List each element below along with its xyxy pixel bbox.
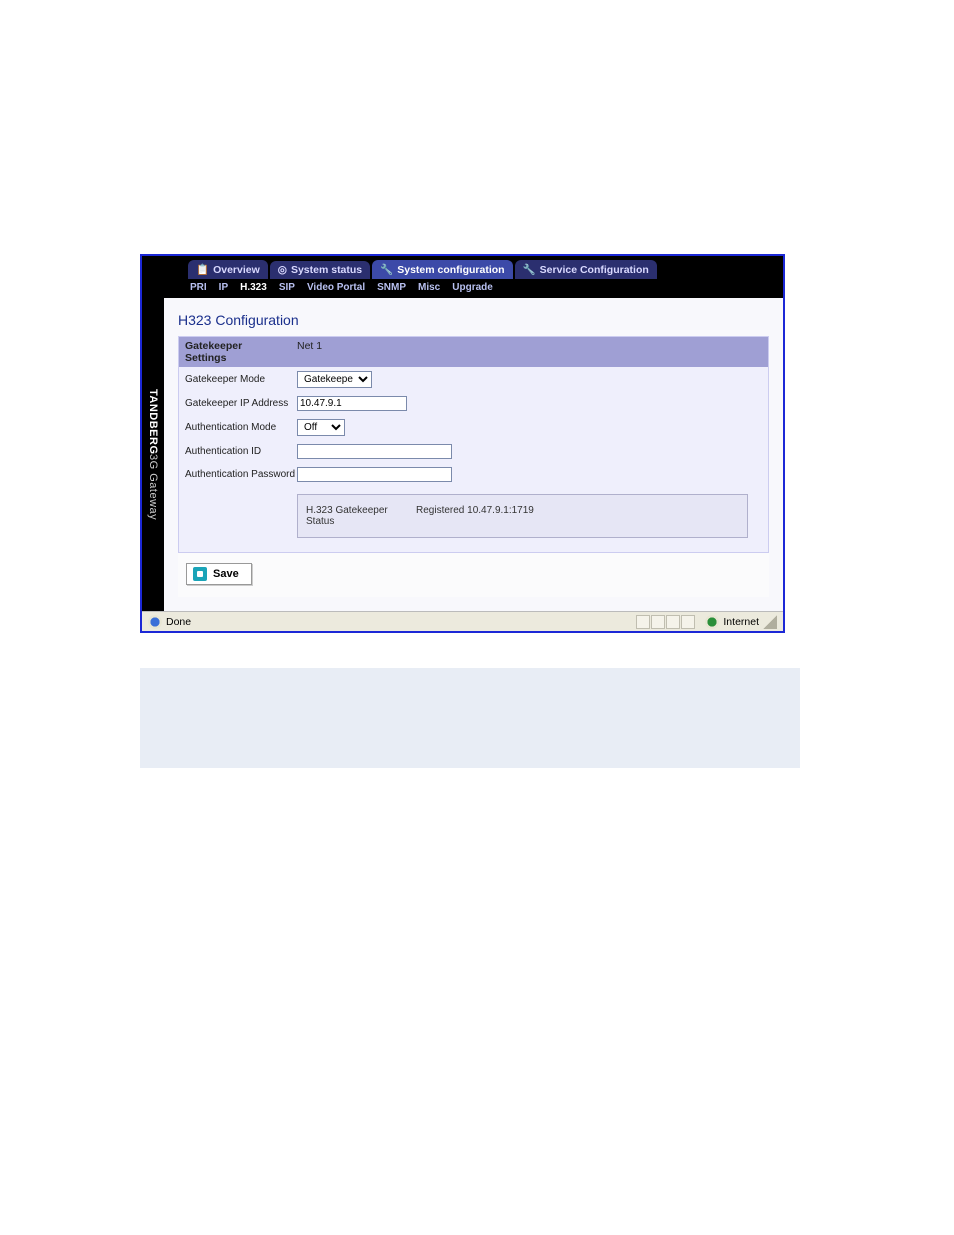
brand-sidebar: TANDBERG 3G Gateway [142,298,164,611]
resize-handle-icon [763,615,777,629]
row-auth-password: Authentication Password [179,463,768,486]
body-row: TANDBERG 3G Gateway H323 Configuration G… [142,298,783,611]
status-cell [651,615,665,629]
subtab-ip[interactable]: IP [219,282,228,293]
top-tab-bar: 📋 Overview ◎ System status 🔧 System conf… [142,256,783,279]
subtab-h323[interactable]: H.323 [240,282,267,293]
row-auth-id: Authentication ID [179,440,768,463]
clipboard-icon: 📋 [196,263,209,276]
note-area [140,668,800,768]
label-gatekeeper-ip: Gatekeeper IP Address [185,398,297,409]
input-gatekeeper-ip[interactable] [297,396,407,411]
status-cells [636,615,695,629]
main-content: H323 Configuration Gatekeeper Settings N… [164,298,783,611]
wrench-icon: 🔧 [523,263,536,276]
subtab-pri[interactable]: PRI [190,282,207,293]
tab-label: Overview [213,264,260,276]
row-gatekeeper-ip: Gatekeeper IP Address [179,392,768,415]
subtab-sip[interactable]: SIP [279,282,295,293]
status-done: Done [166,616,191,628]
tab-overview[interactable]: 📋 Overview [188,260,268,279]
save-button[interactable]: Save [186,563,252,585]
select-gatekeeper-mode[interactable]: Gatekeeper [297,371,372,388]
input-auth-id[interactable] [297,444,452,459]
input-auth-password[interactable] [297,467,452,482]
disk-icon [193,567,207,581]
row-auth-mode: Authentication Mode Off [179,415,768,440]
row-gatekeeper-mode: Gatekeeper Mode Gatekeeper [179,367,768,392]
panel-net-label: Net 1 [291,337,328,367]
wrench-icon: 🔧 [380,263,393,276]
status-label: H.323 Gatekeeper Status [306,505,416,527]
internet-zone-icon [705,615,719,629]
panel-section-label: Gatekeeper Settings [179,337,291,367]
subtab-snmp[interactable]: SNMP [377,282,406,293]
subtab-upgrade[interactable]: Upgrade [452,282,493,293]
panel-header: Gatekeeper Settings Net 1 [179,337,768,367]
label-auth-password: Authentication Password [185,469,297,480]
status-value: Registered 10.47.9.1:1719 [416,505,739,527]
subtab-misc[interactable]: Misc [418,282,440,293]
tab-system-status[interactable]: ◎ System status [270,261,370,279]
page-title: H323 Configuration [178,308,769,336]
subtab-video-portal[interactable]: Video Portal [307,282,365,293]
status-cell [666,615,680,629]
tab-label: System configuration [397,264,504,276]
gatekeeper-status-box: H.323 Gatekeeper Status Registered 10.47… [297,494,748,538]
save-row: Save [178,553,769,597]
select-auth-mode[interactable]: Off [297,419,345,436]
brand-text: TANDBERG [147,389,159,455]
label-auth-id: Authentication ID [185,446,297,457]
status-cell [636,615,650,629]
label-gatekeeper-mode: Gatekeeper Mode [185,374,297,385]
browser-window: 📋 Overview ◎ System status 🔧 System conf… [140,254,785,633]
target-icon: ◎ [278,264,287,276]
page-icon [148,615,162,629]
status-zone: Internet [723,616,759,628]
tab-service-configuration[interactable]: 🔧 Service Configuration [515,260,657,279]
status-cell [681,615,695,629]
gatekeeper-panel: Gatekeeper Settings Net 1 Gatekeeper Mod… [178,336,769,553]
tab-system-configuration[interactable]: 🔧 System configuration [372,260,512,279]
browser-status-bar: Done Internet [142,611,783,631]
tab-label: System status [291,264,362,276]
product-text: 3G Gateway [147,454,159,520]
tab-label: Service Configuration [540,264,649,276]
label-auth-mode: Authentication Mode [185,422,297,433]
sub-tab-bar: PRI IP H.323 SIP Video Portal SNMP Misc … [142,279,783,298]
save-button-label: Save [213,568,239,580]
